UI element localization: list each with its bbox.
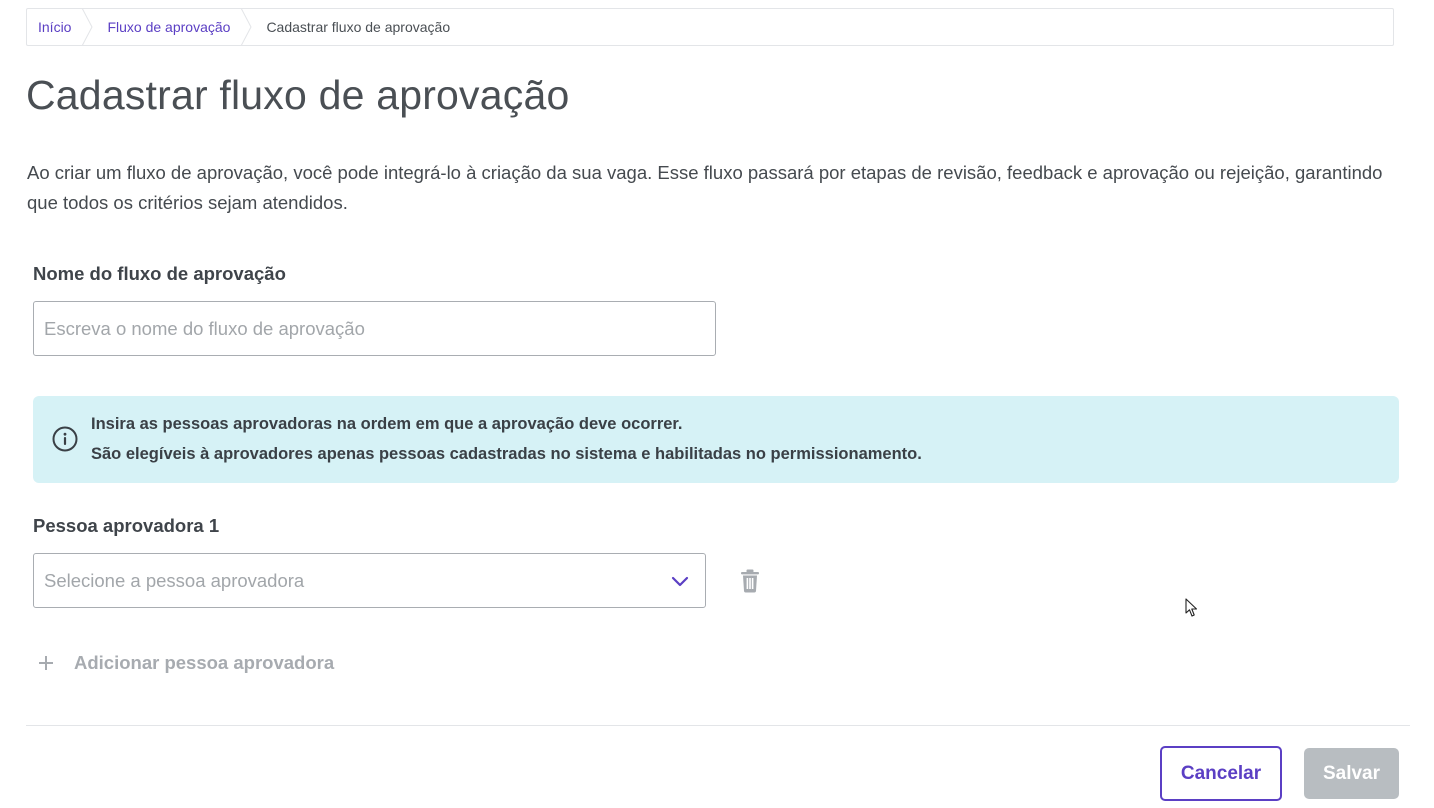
breadcrumb-item-fluxo[interactable]: Fluxo de aprovação [107,9,230,45]
alert-text-line-1: Insira as pessoas aprovadoras na ordem e… [91,415,683,433]
page-description: Ao criar um fluxo de aprovação, você pod… [27,162,1383,213]
breadcrumb-link-fluxo[interactable]: Fluxo de aprovação [107,19,230,35]
approver-1-label: Pessoa aprovadora 1 [33,515,220,536]
cancel-button[interactable]: Cancelar [1160,746,1282,801]
breadcrumb-separator-icon [82,8,94,46]
flow-name-input[interactable] [33,301,716,356]
add-approver-label: Adicionar pessoa aprovadora [74,652,335,673]
delete-approver-1-trash-icon[interactable] [739,569,761,593]
breadcrumb-item-inicio[interactable]: Início [38,9,71,45]
breadcrumb-item-current: Cadastrar fluxo de aprovação [266,9,450,45]
breadcrumb: Início Fluxo de aprovação Cadastrar flux… [26,8,1394,46]
breadcrumb-separator-icon [240,8,253,46]
info-alert: Insira as pessoas aprovadoras na ordem e… [33,396,1399,483]
add-approver-button[interactable]: Adicionar pessoa aprovadora [38,652,334,674]
alert-text-line-2: São elegíveis à aprovadores apenas pesso… [91,445,922,463]
page: Início Fluxo de aprovação Cadastrar flux… [0,0,1434,808]
info-icon [52,426,78,452]
mouse-cursor-icon [1185,598,1198,617]
breadcrumb-link-inicio[interactable]: Início [38,19,71,35]
chevron-down-icon [671,576,689,586]
approver-1-select-placeholder: Selecione a pessoa aprovadora [44,569,305,591]
breadcrumb-current-label: Cadastrar fluxo de aprovação [266,19,451,35]
page-title: Cadastrar fluxo de aprovação [26,72,570,118]
flow-name-label: Nome do fluxo de aprovação [33,263,286,284]
save-button[interactable]: Salvar [1304,748,1399,799]
footer-divider [26,725,1410,726]
approver-1-select[interactable]: Selecione a pessoa aprovadora [33,553,706,608]
plus-icon [39,656,53,670]
